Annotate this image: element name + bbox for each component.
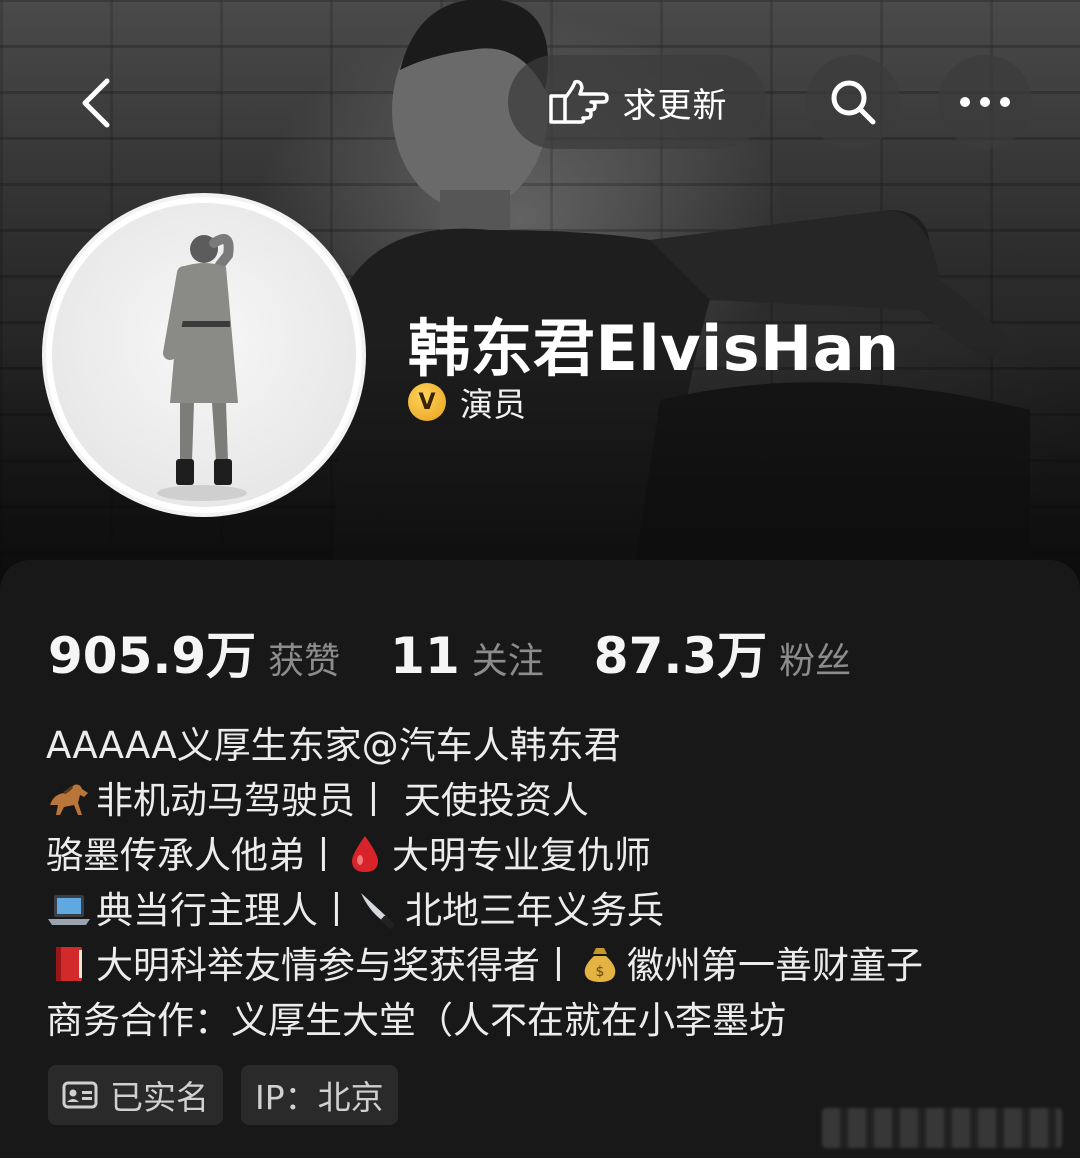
likes-label[interactable]: 获赞 xyxy=(268,632,340,684)
bio-line-5b-text: 徽州第一善财童子 xyxy=(627,944,923,987)
ip-location-tag: IP：北京 xyxy=(241,1065,398,1125)
more-button[interactable] xyxy=(938,55,1032,149)
top-navigation-bar: 求更新 xyxy=(0,55,1080,151)
profile-bio: AAAAA义厚生东家@汽车人韩东君 非机动马驾驶员丨 天使投资人 骆墨传承人他弟… xyxy=(46,718,923,1048)
bio-line-5-text: 大明科举友情参与奖获得者丨 xyxy=(96,944,577,987)
following-label[interactable]: 关注 xyxy=(472,632,544,684)
horse-emoji-icon xyxy=(50,784,88,815)
real-name-label: 已实名 xyxy=(110,1078,209,1117)
followers-label[interactable]: 粉丝 xyxy=(779,632,851,684)
bio-line-3: 骆墨传承人他弟丨 大明专业复仇师 xyxy=(46,828,923,883)
knife-emoji-icon xyxy=(361,893,395,929)
bio-line-4: 典当行主理人丨 北地三年义务兵 xyxy=(46,883,923,938)
profile-info-card: 905.9万 获赞 11 关注 87.3万 粉丝 AAAAA义厚生东家@汽车人韩… xyxy=(0,560,1080,1158)
bio-line-3b-text: 大明专业复仇师 xyxy=(392,834,651,877)
pointing-hand-icon xyxy=(548,79,609,124)
money-bag-emoji-icon: $ xyxy=(584,948,616,982)
avatar[interactable] xyxy=(46,197,362,513)
chevron-left-icon xyxy=(82,78,110,128)
more-dots-icon xyxy=(960,97,1010,107)
verified-label: 演员 xyxy=(460,385,526,424)
laptop-emoji-icon xyxy=(48,895,90,925)
request-update-label: 求更新 xyxy=(622,85,728,126)
search-button[interactable] xyxy=(806,55,900,149)
red-book-emoji-icon xyxy=(56,947,82,981)
bio-line-5: 大明科举友情参与奖获得者丨 $ 徽州第一善财童子 xyxy=(46,938,923,993)
ip-location-label: IP：北京 xyxy=(255,1078,384,1117)
search-icon xyxy=(831,80,876,125)
profile-tags: 已实名 IP：北京 xyxy=(48,1065,416,1125)
real-name-verified-tag[interactable]: 已实名 xyxy=(48,1065,223,1125)
avatar-person-figure xyxy=(157,234,247,501)
watermark xyxy=(822,1108,1062,1148)
request-update-button[interactable]: 求更新 xyxy=(508,55,766,149)
bio-line-4b-text: 北地三年义务兵 xyxy=(405,889,664,932)
bio-line-1: AAAAA义厚生东家@汽车人韩东君 xyxy=(46,724,621,767)
bio-line-3-text: 骆墨传承人他弟丨 xyxy=(46,834,342,877)
bio-line-6: 商务合作：义厚生大堂（人不在就在小李墨坊 xyxy=(46,999,786,1042)
likes-count[interactable]: 905.9万 xyxy=(48,616,256,688)
followers-count[interactable]: 87.3万 xyxy=(594,616,767,688)
bio-line-2-text: 非机动马驾驶员丨 天使投资人 xyxy=(96,779,589,822)
verification-row[interactable]: V 演员 xyxy=(408,380,526,424)
profile-name: 韩东君ElvisHan xyxy=(408,312,900,385)
verified-v-icon: V xyxy=(408,383,446,421)
id-card-icon xyxy=(62,1081,98,1109)
stats-row: 905.9万 获赞 11 关注 87.3万 粉丝 xyxy=(48,616,901,686)
svg-text:$: $ xyxy=(596,964,605,980)
following-count[interactable]: 11 xyxy=(390,627,460,685)
bio-line-4-text: 典当行主理人丨 xyxy=(96,889,355,932)
bio-line-2: 非机动马驾驶员丨 天使投资人 xyxy=(46,773,923,828)
back-button[interactable] xyxy=(58,65,134,141)
blood-drop-emoji-icon xyxy=(352,836,378,872)
avatar-photo xyxy=(52,203,356,507)
